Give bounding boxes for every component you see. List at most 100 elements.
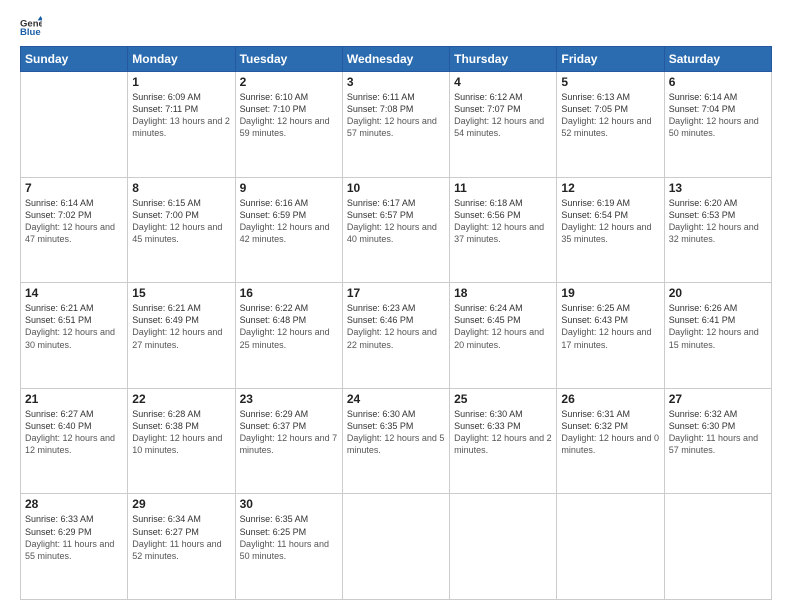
daylight-text: Daylight: 12 hours and 25 minutes.: [240, 326, 338, 350]
sunset-text: Sunset: 6:35 PM: [347, 420, 445, 432]
cell-info: Sunrise: 6:21 AM Sunset: 6:51 PM Dayligh…: [25, 302, 123, 351]
sunset-text: Sunset: 6:29 PM: [25, 526, 123, 538]
cell-info: Sunrise: 6:23 AM Sunset: 6:46 PM Dayligh…: [347, 302, 445, 351]
daylight-text: Daylight: 12 hours and 59 minutes.: [240, 115, 338, 139]
sunrise-text: Sunrise: 6:11 AM: [347, 91, 445, 103]
sunrise-text: Sunrise: 6:31 AM: [561, 408, 659, 420]
sunrise-text: Sunrise: 6:32 AM: [669, 408, 767, 420]
day-number: 22: [132, 392, 230, 406]
header: General Blue: [20, 16, 772, 38]
daylight-text: Daylight: 12 hours and 12 minutes.: [25, 432, 123, 456]
daylight-text: Daylight: 12 hours and 20 minutes.: [454, 326, 552, 350]
calendar-week-1: 7 Sunrise: 6:14 AM Sunset: 7:02 PM Dayli…: [21, 177, 772, 283]
sunset-text: Sunset: 6:56 PM: [454, 209, 552, 221]
day-number: 24: [347, 392, 445, 406]
daylight-text: Daylight: 12 hours and 0 minutes.: [561, 432, 659, 456]
day-number: 11: [454, 181, 552, 195]
day-header-friday: Friday: [557, 47, 664, 72]
calendar-cell: 17 Sunrise: 6:23 AM Sunset: 6:46 PM Dayl…: [342, 283, 449, 389]
sunset-text: Sunset: 6:30 PM: [669, 420, 767, 432]
sunrise-text: Sunrise: 6:22 AM: [240, 302, 338, 314]
cell-info: Sunrise: 6:18 AM Sunset: 6:56 PM Dayligh…: [454, 197, 552, 246]
day-number: 9: [240, 181, 338, 195]
cell-info: Sunrise: 6:29 AM Sunset: 6:37 PM Dayligh…: [240, 408, 338, 457]
cell-info: Sunrise: 6:14 AM Sunset: 7:04 PM Dayligh…: [669, 91, 767, 140]
sunset-text: Sunset: 6:45 PM: [454, 314, 552, 326]
calendar-cell: 8 Sunrise: 6:15 AM Sunset: 7:00 PM Dayli…: [128, 177, 235, 283]
calendar-cell: 10 Sunrise: 6:17 AM Sunset: 6:57 PM Dayl…: [342, 177, 449, 283]
day-number: 27: [669, 392, 767, 406]
cell-info: Sunrise: 6:13 AM Sunset: 7:05 PM Dayligh…: [561, 91, 659, 140]
sunrise-text: Sunrise: 6:25 AM: [561, 302, 659, 314]
day-number: 30: [240, 497, 338, 511]
sunrise-text: Sunrise: 6:14 AM: [669, 91, 767, 103]
sunset-text: Sunset: 6:49 PM: [132, 314, 230, 326]
calendar-cell: [664, 494, 771, 600]
sunset-text: Sunset: 6:37 PM: [240, 420, 338, 432]
cell-info: Sunrise: 6:20 AM Sunset: 6:53 PM Dayligh…: [669, 197, 767, 246]
daylight-text: Daylight: 13 hours and 2 minutes.: [132, 115, 230, 139]
calendar-cell: 30 Sunrise: 6:35 AM Sunset: 6:25 PM Dayl…: [235, 494, 342, 600]
calendar-cell: 5 Sunrise: 6:13 AM Sunset: 7:05 PM Dayli…: [557, 72, 664, 178]
calendar-cell: 9 Sunrise: 6:16 AM Sunset: 6:59 PM Dayli…: [235, 177, 342, 283]
cell-info: Sunrise: 6:32 AM Sunset: 6:30 PM Dayligh…: [669, 408, 767, 457]
sunset-text: Sunset: 6:41 PM: [669, 314, 767, 326]
sunrise-text: Sunrise: 6:29 AM: [240, 408, 338, 420]
day-header-tuesday: Tuesday: [235, 47, 342, 72]
calendar-cell: 24 Sunrise: 6:30 AM Sunset: 6:35 PM Dayl…: [342, 388, 449, 494]
calendar-cell: 20 Sunrise: 6:26 AM Sunset: 6:41 PM Dayl…: [664, 283, 771, 389]
calendar-cell: 3 Sunrise: 6:11 AM Sunset: 7:08 PM Dayli…: [342, 72, 449, 178]
cell-info: Sunrise: 6:24 AM Sunset: 6:45 PM Dayligh…: [454, 302, 552, 351]
day-number: 10: [347, 181, 445, 195]
cell-info: Sunrise: 6:10 AM Sunset: 7:10 PM Dayligh…: [240, 91, 338, 140]
sunrise-text: Sunrise: 6:19 AM: [561, 197, 659, 209]
day-number: 26: [561, 392, 659, 406]
sunset-text: Sunset: 6:32 PM: [561, 420, 659, 432]
daylight-text: Daylight: 12 hours and 45 minutes.: [132, 221, 230, 245]
day-number: 7: [25, 181, 123, 195]
day-number: 15: [132, 286, 230, 300]
daylight-text: Daylight: 12 hours and 32 minutes.: [669, 221, 767, 245]
day-number: 20: [669, 286, 767, 300]
calendar-cell: 22 Sunrise: 6:28 AM Sunset: 6:38 PM Dayl…: [128, 388, 235, 494]
day-number: 1: [132, 75, 230, 89]
day-number: 5: [561, 75, 659, 89]
cell-info: Sunrise: 6:26 AM Sunset: 6:41 PM Dayligh…: [669, 302, 767, 351]
calendar-cell: 6 Sunrise: 6:14 AM Sunset: 7:04 PM Dayli…: [664, 72, 771, 178]
calendar-cell: 13 Sunrise: 6:20 AM Sunset: 6:53 PM Dayl…: [664, 177, 771, 283]
cell-info: Sunrise: 6:33 AM Sunset: 6:29 PM Dayligh…: [25, 513, 123, 562]
sunset-text: Sunset: 6:40 PM: [25, 420, 123, 432]
sunset-text: Sunset: 6:38 PM: [132, 420, 230, 432]
sunset-text: Sunset: 7:02 PM: [25, 209, 123, 221]
page: General Blue SundayMondayTuesdayWednesda…: [0, 0, 792, 612]
sunrise-text: Sunrise: 6:21 AM: [132, 302, 230, 314]
cell-info: Sunrise: 6:30 AM Sunset: 6:33 PM Dayligh…: [454, 408, 552, 457]
day-header-monday: Monday: [128, 47, 235, 72]
day-number: 6: [669, 75, 767, 89]
sunset-text: Sunset: 6:57 PM: [347, 209, 445, 221]
sunrise-text: Sunrise: 6:24 AM: [454, 302, 552, 314]
sunset-text: Sunset: 6:27 PM: [132, 526, 230, 538]
sunset-text: Sunset: 6:54 PM: [561, 209, 659, 221]
calendar-header-row: SundayMondayTuesdayWednesdayThursdayFrid…: [21, 47, 772, 72]
daylight-text: Daylight: 12 hours and 22 minutes.: [347, 326, 445, 350]
sunrise-text: Sunrise: 6:27 AM: [25, 408, 123, 420]
cell-info: Sunrise: 6:27 AM Sunset: 6:40 PM Dayligh…: [25, 408, 123, 457]
day-number: 21: [25, 392, 123, 406]
sunset-text: Sunset: 7:07 PM: [454, 103, 552, 115]
calendar-cell: [21, 72, 128, 178]
daylight-text: Daylight: 12 hours and 5 minutes.: [347, 432, 445, 456]
calendar-table: SundayMondayTuesdayWednesdayThursdayFrid…: [20, 46, 772, 600]
sunrise-text: Sunrise: 6:21 AM: [25, 302, 123, 314]
calendar-week-0: 1 Sunrise: 6:09 AM Sunset: 7:11 PM Dayli…: [21, 72, 772, 178]
calendar-cell: 28 Sunrise: 6:33 AM Sunset: 6:29 PM Dayl…: [21, 494, 128, 600]
daylight-text: Daylight: 12 hours and 17 minutes.: [561, 326, 659, 350]
sunrise-text: Sunrise: 6:34 AM: [132, 513, 230, 525]
sunrise-text: Sunrise: 6:33 AM: [25, 513, 123, 525]
day-number: 12: [561, 181, 659, 195]
calendar-cell: 16 Sunrise: 6:22 AM Sunset: 6:48 PM Dayl…: [235, 283, 342, 389]
calendar-week-4: 28 Sunrise: 6:33 AM Sunset: 6:29 PM Dayl…: [21, 494, 772, 600]
day-number: 16: [240, 286, 338, 300]
calendar-cell: 1 Sunrise: 6:09 AM Sunset: 7:11 PM Dayli…: [128, 72, 235, 178]
sunrise-text: Sunrise: 6:28 AM: [132, 408, 230, 420]
